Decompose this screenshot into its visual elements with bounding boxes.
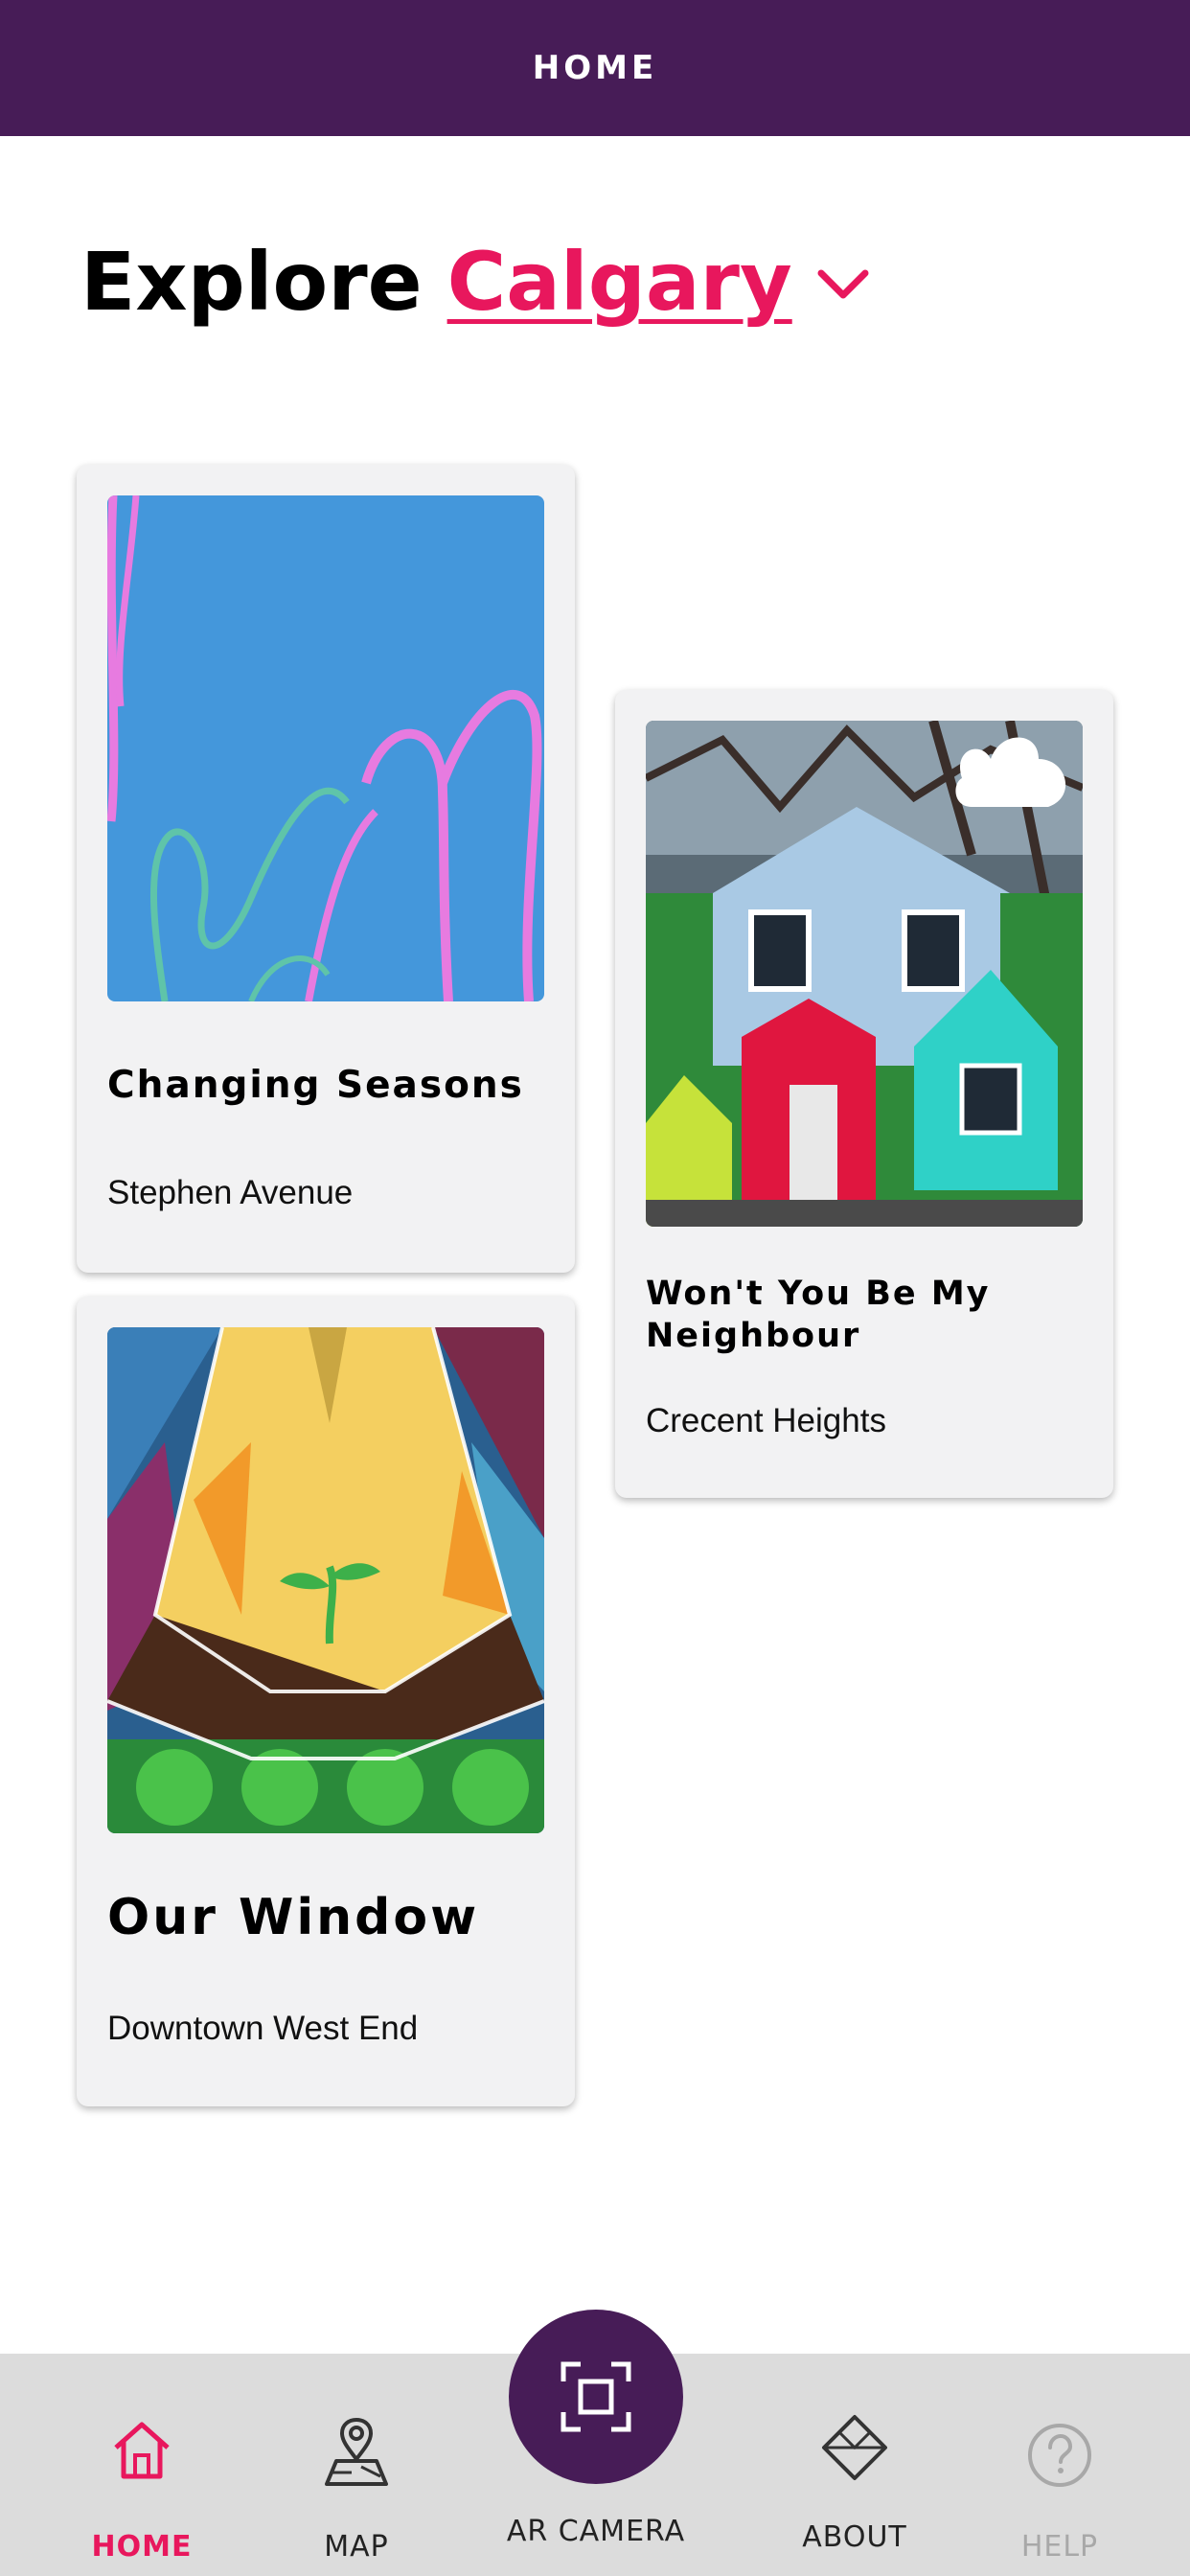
city-selector[interactable]: Calgary [447, 242, 871, 322]
nav-about[interactable]: ABOUT [759, 2354, 950, 2576]
home-icon [114, 2422, 170, 2479]
artwork-card-changing-seasons[interactable]: Changing Seasons Stephen Avenue [77, 465, 575, 1273]
nav-home-label: HOME [91, 2530, 193, 2564]
artwork-location: Downtown West End [107, 2010, 419, 2047]
explore-heading: Explore Calgary [80, 242, 871, 322]
nav-help[interactable]: HELP [964, 2354, 1156, 2576]
ar-camera-icon [561, 2361, 631, 2432]
ar-camera-button[interactable] [509, 2310, 683, 2484]
nav-home[interactable]: HOME [46, 2354, 238, 2576]
artwork-location: Crecent Heights [646, 1402, 886, 1439]
artwork-title-line: Neighbour [646, 1317, 861, 1355]
artwork-title-line: Won't You Be My [646, 1275, 991, 1313]
artwork-title: Changing Seasons [107, 1064, 524, 1107]
nav-help-label: HELP [1020, 2530, 1099, 2564]
explore-label: Explore [80, 235, 423, 329]
artwork-title: Won't You Be My Neighbour [646, 1273, 990, 1357]
chevron-down-icon [817, 269, 869, 299]
diamond-icon [822, 2415, 887, 2480]
artwork-card-wont-you-be-my-neighbour[interactable]: Won't You Be My Neighbour Crecent Height… [615, 690, 1113, 1498]
artwork-image [107, 495, 544, 1001]
nav-map[interactable]: MAP [261, 2354, 452, 2576]
artwork-title: Our Window [107, 1889, 480, 1946]
nav-about-label: ABOUT [802, 2520, 907, 2554]
top-app-bar: HOME [0, 0, 1190, 136]
nav-ar-camera-label: AR CAMERA [506, 2515, 686, 2548]
artwork-image [646, 721, 1083, 1227]
artwork-location: Stephen Avenue [107, 1174, 354, 1211]
page-title: HOME [532, 49, 658, 87]
artwork-card-our-window[interactable]: Our Window Downtown West End [77, 1297, 575, 2106]
map-pin-icon [325, 2417, 388, 2486]
city-name: Calgary [446, 235, 792, 329]
help-icon [1028, 2424, 1091, 2487]
nav-map-label: MAP [324, 2530, 389, 2564]
artwork-image [107, 1327, 544, 1833]
